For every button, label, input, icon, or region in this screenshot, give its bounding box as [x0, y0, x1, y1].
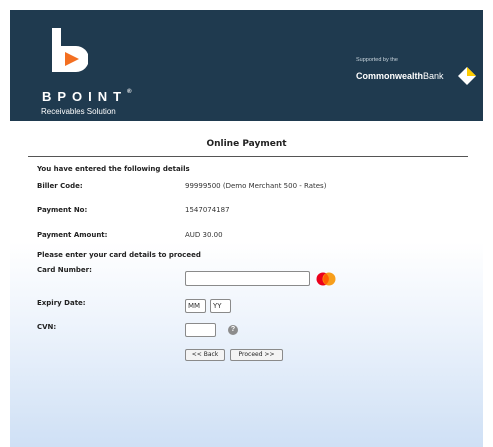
details-heading: You have entered the following details — [37, 165, 190, 173]
card-number-input[interactable] — [185, 271, 310, 286]
payment-amount-value: AUD 30.00 — [185, 231, 223, 239]
title-divider — [28, 156, 468, 157]
brand-subtitle: Receivables Solution — [41, 107, 116, 116]
page-title: Online Payment — [206, 139, 287, 149]
bank-name: CommonwealthBank — [356, 71, 444, 81]
commonwealth-bank-diamond-icon — [458, 67, 476, 85]
mastercard-icon — [316, 272, 336, 286]
supported-by-text: Supported by the — [356, 57, 398, 63]
payment-no-value: 1547074187 — [185, 206, 230, 214]
bpoint-logo-icon — [52, 28, 88, 72]
site-header: BPOINT® Receivables Solution Supported b… — [10, 10, 483, 121]
cvn-input[interactable] — [185, 323, 216, 337]
payment-amount-label: Payment Amount: — [37, 231, 108, 239]
proceed-button[interactable]: Proceed >> — [230, 349, 283, 361]
brand-name: BPOINT® — [42, 89, 132, 104]
biller-code-label: Biller Code: — [37, 182, 83, 190]
card-details-heading: Please enter your card details to procee… — [37, 251, 201, 259]
trademark-symbol: ® — [127, 89, 132, 95]
expiry-date-label: Expiry Date: — [37, 299, 86, 307]
question-icon[interactable]: ? — [228, 325, 238, 335]
payment-panel: Online Payment You have entered the foll… — [10, 122, 483, 447]
cvn-label: CVN: — [37, 323, 57, 331]
payment-no-label: Payment No: — [37, 206, 88, 214]
card-number-label: Card Number: — [37, 266, 92, 274]
biller-code-value: 99999500 (Demo Merchant 500 - Rates) — [185, 182, 327, 190]
back-button[interactable]: << Back — [185, 349, 225, 361]
expiry-month-input[interactable] — [185, 299, 206, 313]
expiry-year-input[interactable] — [210, 299, 231, 313]
